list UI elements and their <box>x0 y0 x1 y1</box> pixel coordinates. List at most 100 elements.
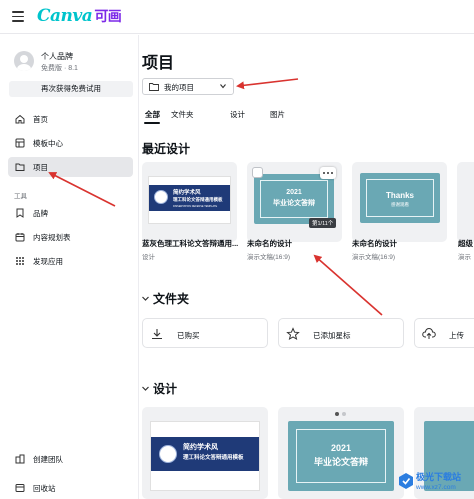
more-options-button[interactable] <box>320 167 336 179</box>
sidebar-item-label: 模板中心 <box>33 139 63 148</box>
active-tab-indicator <box>144 122 160 124</box>
sidebar-item-label: 首页 <box>33 115 48 124</box>
sidebar-item-home[interactable]: 首页 <box>8 109 133 129</box>
thumbnail-year: 2021 <box>286 189 302 196</box>
folder-uploads[interactable]: 上传 <box>414 318 474 348</box>
design-thumbnail: 简约学术风 理工科论文答辩通用模板 DISSERTATION DEFENSE T… <box>148 176 231 224</box>
thumbnail-title: 简约学术风 <box>173 190 201 196</box>
home-icon <box>15 114 25 124</box>
sidebar-item-label: 品牌 <box>33 209 48 218</box>
recent-designs-heading: 最近设计 <box>142 142 191 156</box>
recent-design-card[interactable]: Thanks 感谢观看 <box>352 162 447 242</box>
design-title[interactable]: 未命名的设计 <box>352 238 452 249</box>
page-title: 项目 <box>142 55 175 72</box>
chevron-down-icon[interactable] <box>142 295 149 302</box>
calendar-icon <box>15 233 25 242</box>
project-select-dropdown[interactable]: 我的项目 <box>142 78 234 95</box>
top-bar: Canva 可画 <box>0 0 474 34</box>
select-checkbox[interactable] <box>252 167 263 178</box>
recent-design-card[interactable]: 简约学术风 理工科论文答辩通用模板 DISSERTATION DEFENSE T… <box>142 162 237 242</box>
design-thumbnail: 简约学术风 理工科论文答辩通用模板 <box>150 421 260 491</box>
star-icon <box>286 327 300 341</box>
design-thumbnail: Thanks 感谢观看 <box>360 173 440 223</box>
sidebar-item-trash[interactable]: 回收站 <box>8 478 133 498</box>
download-icon <box>152 329 162 340</box>
project-select-value: 我的项目 <box>164 83 194 92</box>
folder-label: 已添加星标 <box>313 331 351 340</box>
design-type: 演示文稿(16:9) <box>247 254 290 261</box>
design-card[interactable]: 2021 毕业论文答辩 <box>278 407 404 499</box>
tab-all[interactable]: 全部 <box>145 109 160 120</box>
chevron-down-icon <box>220 84 226 89</box>
sidebar-item-content-planner[interactable]: 内容规划表 <box>8 227 133 247</box>
design-thumbnail: 2021 毕业论文答辩 <box>254 174 334 224</box>
profile-plan: 免费版 · 8.1 <box>41 65 78 72</box>
emblem-icon <box>159 445 177 463</box>
thumbnail-title: 毕业论文答辩 <box>273 200 315 207</box>
thumbnail-title: 毕业论文答辩 <box>313 457 368 467</box>
page-indicator-dots <box>335 412 349 416</box>
design-title[interactable]: 蓝灰色理工科论文答辩通用... <box>142 238 242 249</box>
free-trial-button[interactable]: 再次获得免费试用 <box>9 81 133 97</box>
folders-heading: 文件夹 <box>142 290 189 307</box>
thumbnail-subtitle: 理工科论文答辩通用模板 <box>173 197 223 202</box>
design-card[interactable]: 简约学术风 理工科论文答辩通用模板 <box>142 407 268 499</box>
design-thumbnail: 2021 毕业论文答辩 <box>288 421 394 491</box>
brand-icon <box>16 208 24 218</box>
tab-designs[interactable]: 设计 <box>230 109 245 120</box>
designs-heading-text: 设计 <box>153 382 178 396</box>
sidebar-item-projects[interactable]: 项目 <box>8 157 133 177</box>
sidebar: 个人品牌 免费版 · 8.1 再次获得免费试用 首页 模板中心 项目 工具 品牌… <box>0 35 139 499</box>
avatar <box>14 51 34 71</box>
sidebar-item-brand[interactable]: 品牌 <box>8 203 133 223</box>
sidebar-item-label: 发现应用 <box>33 257 63 266</box>
folder-purchased[interactable]: 已购买 <box>142 318 268 348</box>
tools-section-label: 工具 <box>14 193 27 200</box>
apps-icon <box>16 257 24 265</box>
folder-icon <box>149 83 159 91</box>
profile[interactable]: 个人品牌 免费版 · 8.1 <box>14 49 134 75</box>
design-type: 演示 <box>458 254 471 261</box>
folder-icon <box>15 163 25 171</box>
sidebar-item-label: 内容规划表 <box>33 233 71 242</box>
thumbnail-subtitle: 感谢观看 <box>391 202 409 207</box>
design-type: 设计 <box>142 254 155 261</box>
thumbnail-note: DISSERTATION DEFENSE TEMPLATE <box>173 205 218 208</box>
sidebar-item-templates[interactable]: 模板中心 <box>8 133 133 153</box>
thumbnail-year: 2021 <box>330 443 352 453</box>
menu-icon[interactable] <box>12 11 24 22</box>
template-icon <box>15 138 25 148</box>
design-title[interactable]: 未命名的设计 <box>247 238 347 249</box>
page-count-badge: 第1/11个 <box>309 218 337 228</box>
thumbnail-title: 简约学术风 <box>183 444 218 451</box>
trash-icon <box>15 484 25 492</box>
design-title[interactable]: 超级 <box>458 238 474 249</box>
design-type: 演示文稿(16:9) <box>352 254 395 261</box>
folder-starred[interactable]: 已添加星标 <box>278 318 404 348</box>
filter-tabs: 全部 文件夹 设计 图片 <box>142 109 472 125</box>
thumbnail-subtitle: 理工科论文答辩通用模板 <box>183 455 244 461</box>
canva-logo[interactable]: Canva 可画 <box>37 6 122 26</box>
profile-name: 个人品牌 <box>41 52 73 61</box>
sidebar-item-label: 创建团队 <box>33 455 63 464</box>
chevron-down-icon[interactable] <box>142 385 149 392</box>
folders-heading-text: 文件夹 <box>153 292 190 306</box>
sidebar-item-label: 回收站 <box>33 484 56 493</box>
folder-label: 上传 <box>449 331 464 340</box>
watermark-logo-icon <box>399 473 413 489</box>
main-content: 项目 我的项目 全部 文件夹 设计 图片 最近设计 简约学术风 理工科论文答辩通… <box>140 35 474 499</box>
sidebar-item-label: 项目 <box>33 163 48 172</box>
thumbnail-title: Thanks <box>385 191 414 200</box>
sidebar-item-create-team[interactable]: 创建团队 <box>8 449 133 469</box>
tab-folders[interactable]: 文件夹 <box>171 109 194 120</box>
upload-icon <box>422 328 436 339</box>
team-icon <box>15 454 25 464</box>
sidebar-item-apps[interactable]: 发现应用 <box>8 251 133 271</box>
folder-label: 已购买 <box>177 331 200 340</box>
tab-images[interactable]: 图片 <box>270 109 285 120</box>
designs-heading: 设计 <box>142 380 177 397</box>
watermark: 极光下载站 www.xz7.com <box>398 468 474 498</box>
recent-design-card[interactable] <box>457 162 474 242</box>
recent-design-card[interactable]: 2021 毕业论文答辩 第1/11个 <box>247 162 342 242</box>
watermark-url: www.xz7.com <box>416 484 456 491</box>
